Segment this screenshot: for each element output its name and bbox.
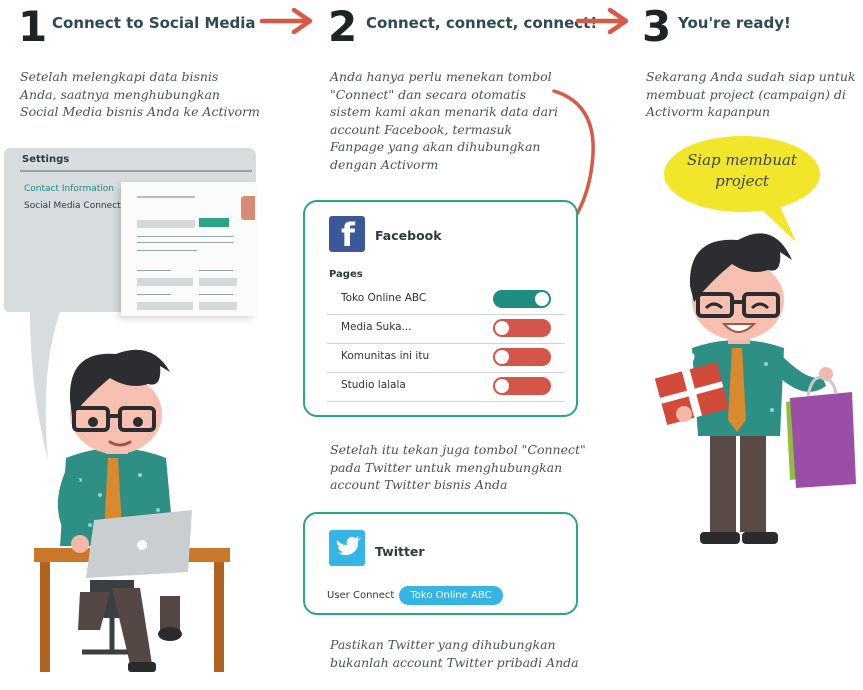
facebook-icon: f xyxy=(329,216,365,254)
step-3-description: Sekarang Anda sudah siap untuk membuat p… xyxy=(646,69,856,119)
twitter-bird-icon xyxy=(329,530,365,566)
page-name: Toko Online ABC xyxy=(341,292,427,304)
facebook-card-title: Facebook xyxy=(375,228,442,243)
twitter-instruction-text: Setelah itu tekan juga tombol "Connect" … xyxy=(330,442,586,492)
twitter-card-title: Twitter xyxy=(375,544,425,559)
page-row-toko-online-abc: Toko Online ABC xyxy=(327,285,565,315)
step-3-number: 3 xyxy=(642,2,672,51)
settings-item-social-media-connect[interactable]: Social Media Connect xyxy=(24,201,121,211)
connect-button-mini xyxy=(199,218,229,227)
scroll-tab-icon xyxy=(241,196,255,220)
settings-content-card xyxy=(121,182,256,316)
pages-label: Pages xyxy=(329,269,363,280)
facebook-card: f Facebook Pages Toko Online ABC Media S… xyxy=(303,200,578,417)
settings-divider xyxy=(20,170,252,172)
page-toggle-off[interactable] xyxy=(493,377,551,395)
page-row-komunitas-ini-itu: Komunitas ini itu xyxy=(327,343,565,373)
page-toggle-off[interactable] xyxy=(493,348,551,366)
arrow-right-icon xyxy=(259,7,313,35)
page-name: Komunitas ini itu xyxy=(341,350,430,362)
man-at-laptop-illustration xyxy=(34,349,230,672)
page-toggle-off[interactable] xyxy=(493,319,551,337)
page-name: Studio lalala xyxy=(341,379,406,391)
page-toggle-on[interactable] xyxy=(493,290,551,308)
step-1-title: Connect to Social Media xyxy=(52,14,256,32)
settings-title: Settings xyxy=(22,154,70,165)
twitter-warning-text: Pastikan Twitter yang dihubungkan bukanl… xyxy=(330,637,579,670)
speech-bubble-text: Siap membuat project xyxy=(687,151,797,190)
page-row-media-suka: Media Suka... xyxy=(327,314,565,344)
step-1-number: 1 xyxy=(18,2,48,51)
settings-item-contact-information[interactable]: Contact Information xyxy=(24,184,114,194)
step-2-title: Connect, connect, connect! xyxy=(366,14,598,32)
arrow-right-icon xyxy=(575,7,629,35)
page-row-studio-lalala: Studio lalala xyxy=(327,372,565,402)
step-3-title: You're ready! xyxy=(678,14,791,32)
happy-man-with-gifts-illustration xyxy=(654,233,856,544)
page-name: Media Suka... xyxy=(341,321,412,333)
twitter-account-pill[interactable]: Toko Online ABC xyxy=(399,586,503,605)
twitter-card: Twitter User Connect Toko Online ABC xyxy=(303,512,578,615)
user-connect-label: User Connect xyxy=(327,590,395,601)
step-1-description: Setelah melengkapi data bisnis Anda, saa… xyxy=(20,69,260,119)
step-2-number: 2 xyxy=(328,2,358,51)
